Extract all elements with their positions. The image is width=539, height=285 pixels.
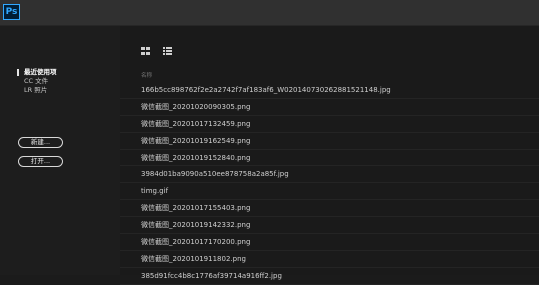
- sidebar-nav: 最近使用项 CC 文件 LR 照片: [17, 68, 57, 95]
- file-row[interactable]: 微信截图_20201019162549.png: [120, 133, 539, 150]
- file-row[interactable]: 385d91fcc4b8c1776af39714a916ff2.jpg: [120, 268, 539, 285]
- file-row[interactable]: 微信截图_2020101911802.png: [120, 251, 539, 268]
- file-row[interactable]: 微信截图_20201020090305.png: [120, 99, 539, 116]
- file-row[interactable]: 微信截图_20201017155403.png: [120, 200, 539, 218]
- file-row[interactable]: 3984d01ba9090a510ee878758a2a85f.jpg: [120, 166, 539, 184]
- file-row[interactable]: 166b5cc898762f2e2a2742f7af183af6_W020140…: [120, 82, 539, 99]
- sidebar-item-cc-files[interactable]: CC 文件: [17, 77, 57, 86]
- open-button[interactable]: 打开...: [18, 156, 63, 167]
- file-row[interactable]: 微信截图_20201019142332.png: [120, 217, 539, 235]
- file-row[interactable]: 微信截图_20201017132459.png: [120, 116, 539, 133]
- column-header-name[interactable]: 名称: [141, 71, 152, 79]
- file-list: 166b5cc898762f2e2a2742f7af183af6_W020140…: [120, 82, 539, 285]
- photoshop-logo: Ps: [3, 4, 20, 20]
- file-row[interactable]: 微信截图_20201017170200.png: [120, 234, 539, 251]
- grid-view-icon[interactable]: [141, 47, 150, 55]
- list-view-icon[interactable]: [163, 47, 172, 55]
- title-bar: Ps: [0, 0, 539, 26]
- sidebar-item-recent[interactable]: 最近使用项: [17, 68, 57, 77]
- sidebar-item-lr-photos[interactable]: LR 照片: [17, 86, 57, 95]
- file-row[interactable]: timg.gif: [120, 183, 539, 201]
- new-button[interactable]: 新建...: [18, 137, 63, 148]
- file-row[interactable]: 微信截图_20201019152840.png: [120, 150, 539, 167]
- recent-files-panel: 名称 166b5cc898762f2e2a2742f7af183af6_W020…: [120, 26, 539, 285]
- sidebar: 最近使用项 CC 文件 LR 照片 新建... 打开...: [0, 26, 120, 275]
